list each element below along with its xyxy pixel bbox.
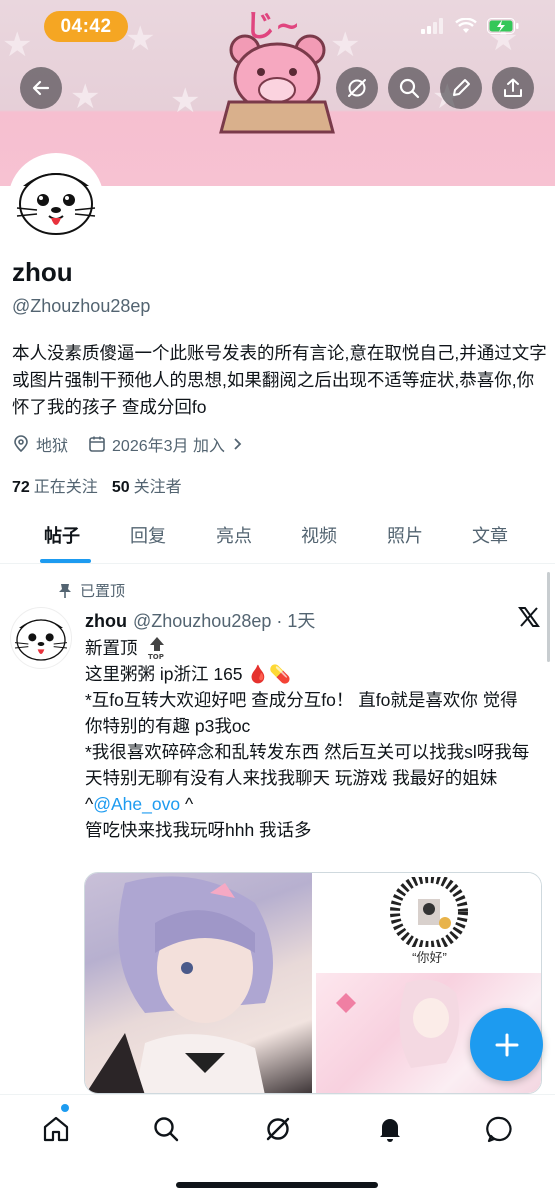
post-handle-time[interactable]: @Zhouzhou28ep · 1天 <box>133 607 315 633</box>
cellular-signal-icon <box>421 18 443 34</box>
post-header: zhou @Zhouzhou28ep · 1天 <box>85 607 315 633</box>
search-icon <box>154 1117 179 1142</box>
edit-button[interactable] <box>440 67 482 109</box>
nav-search[interactable] <box>146 1109 186 1149</box>
post-line: *互fo互转大欢迎好吧 查成分互fo！ 直fo就是喜欢你 觉得你特别的有趣 p3… <box>85 690 518 736</box>
cosplay-photo-illustration <box>86 876 273 1093</box>
pin-icon <box>59 583 71 598</box>
compose-post-button[interactable] <box>470 1008 543 1081</box>
followers-label: 关注者 <box>133 479 182 496</box>
qr-code-graphic <box>390 877 468 947</box>
nav-home[interactable] <box>36 1109 76 1149</box>
post-line: 新置顶 <box>85 638 138 658</box>
seal-avatar-image <box>16 173 96 235</box>
active-tab-indicator <box>40 559 91 563</box>
seal-avatar-image <box>14 619 68 661</box>
following-count: 72 <box>12 479 30 496</box>
nav-notifications[interactable] <box>370 1109 410 1149</box>
profile-meta: 地狱 2026年3月 加入 <box>12 432 243 456</box>
post-author-name[interactable]: zhou <box>85 611 127 632</box>
post-line: ^ <box>180 794 194 814</box>
search-icon <box>399 78 420 99</box>
post-line: 这里粥粥 ip浙江 165 🩸💊 <box>85 664 291 684</box>
share-button[interactable] <box>492 67 534 109</box>
nav-messages[interactable] <box>480 1109 520 1149</box>
cosplay-photo[interactable] <box>85 873 312 1093</box>
status-icons <box>421 18 519 34</box>
tab-articles[interactable]: 文章 <box>472 522 508 548</box>
tab-replies[interactable]: 回复 <box>130 522 166 548</box>
profile-bio: 本人没素质傻逼一个此账号发表的所有言论,意在取悦自己,并通过文字或图片强制干预他… <box>12 343 547 417</box>
post-line: 管吃快来找我玩呀hhh 我话多 <box>85 820 312 840</box>
follow-stats: 72 正在关注 50 关注者 <box>12 473 182 497</box>
edit-icon <box>453 79 470 96</box>
mention-link[interactable]: @Ahe_ovo <box>93 794 180 814</box>
star-decoration: ★ <box>125 20 156 58</box>
pinned-label: 已置顶 <box>80 583 126 600</box>
star-decoration: ★ <box>70 78 101 116</box>
battery-charging-icon <box>487 18 519 34</box>
grok-button[interactable] <box>336 67 378 109</box>
svg-text:TOP: TOP <box>148 653 164 660</box>
messages-icon <box>486 1116 512 1143</box>
scrollbar[interactable] <box>547 572 550 662</box>
plus-icon <box>495 1033 518 1056</box>
star-decoration: ★ <box>2 26 33 64</box>
status-time: 04:42 <box>44 11 128 42</box>
tab-highlights[interactable]: 亮点 <box>216 522 252 548</box>
location-text: 地狱 <box>36 438 69 455</box>
profile-name: zhou <box>12 257 73 287</box>
share-icon <box>504 78 522 97</box>
join-date[interactable]: 2026年3月 加入 <box>88 432 243 456</box>
profile-tabs: 帖子 回复 亮点 视频 照片 文章 <box>0 510 555 564</box>
search-button[interactable] <box>388 67 430 109</box>
back-arrow-icon <box>32 80 50 96</box>
top-badge-icon: TOP <box>148 637 165 660</box>
notification-dot <box>61 1104 69 1112</box>
nav-grok[interactable] <box>258 1109 298 1149</box>
home-icon <box>43 1116 69 1142</box>
qr-caption: “你好” <box>412 950 447 965</box>
bell-icon <box>380 1119 400 1142</box>
chevron-right-icon <box>234 438 242 450</box>
tab-photos[interactable]: 照片 <box>387 522 423 548</box>
post-text: 新置顶 TOP 这里粥粥 ip浙江 165 🩸💊 *互fo互转大欢迎好吧 查成分… <box>85 635 535 843</box>
followers-link[interactable]: 50 关注者 <box>112 473 182 497</box>
grok-icon <box>348 79 366 97</box>
back-button[interactable] <box>20 67 62 109</box>
wifi-icon <box>455 18 477 33</box>
x-logo-icon[interactable] <box>518 606 540 628</box>
tab-posts[interactable]: 帖子 <box>44 522 80 548</box>
followers-count: 50 <box>111 479 130 496</box>
grok-icon <box>266 1117 290 1141</box>
following-label: 正在关注 <box>33 479 98 496</box>
following-link[interactable]: 72 正在关注 <box>12 473 98 497</box>
star-decoration: ★ <box>170 82 201 120</box>
pinned-indicator: 已置顶 <box>58 580 125 601</box>
post-avatar[interactable] <box>10 607 72 669</box>
profile-handle: @Zhouzhou28ep <box>12 296 151 316</box>
join-date-text: 2026年3月 加入 <box>112 438 225 455</box>
profile-avatar[interactable] <box>8 153 104 249</box>
bear-in-box-illustration: じ~ <box>219 9 335 134</box>
location: 地狱 <box>12 432 68 456</box>
home-indicator <box>176 1182 378 1188</box>
tab-videos[interactable]: 视频 <box>301 522 337 548</box>
location-pin-icon <box>14 435 28 453</box>
calendar-icon <box>89 436 105 452</box>
